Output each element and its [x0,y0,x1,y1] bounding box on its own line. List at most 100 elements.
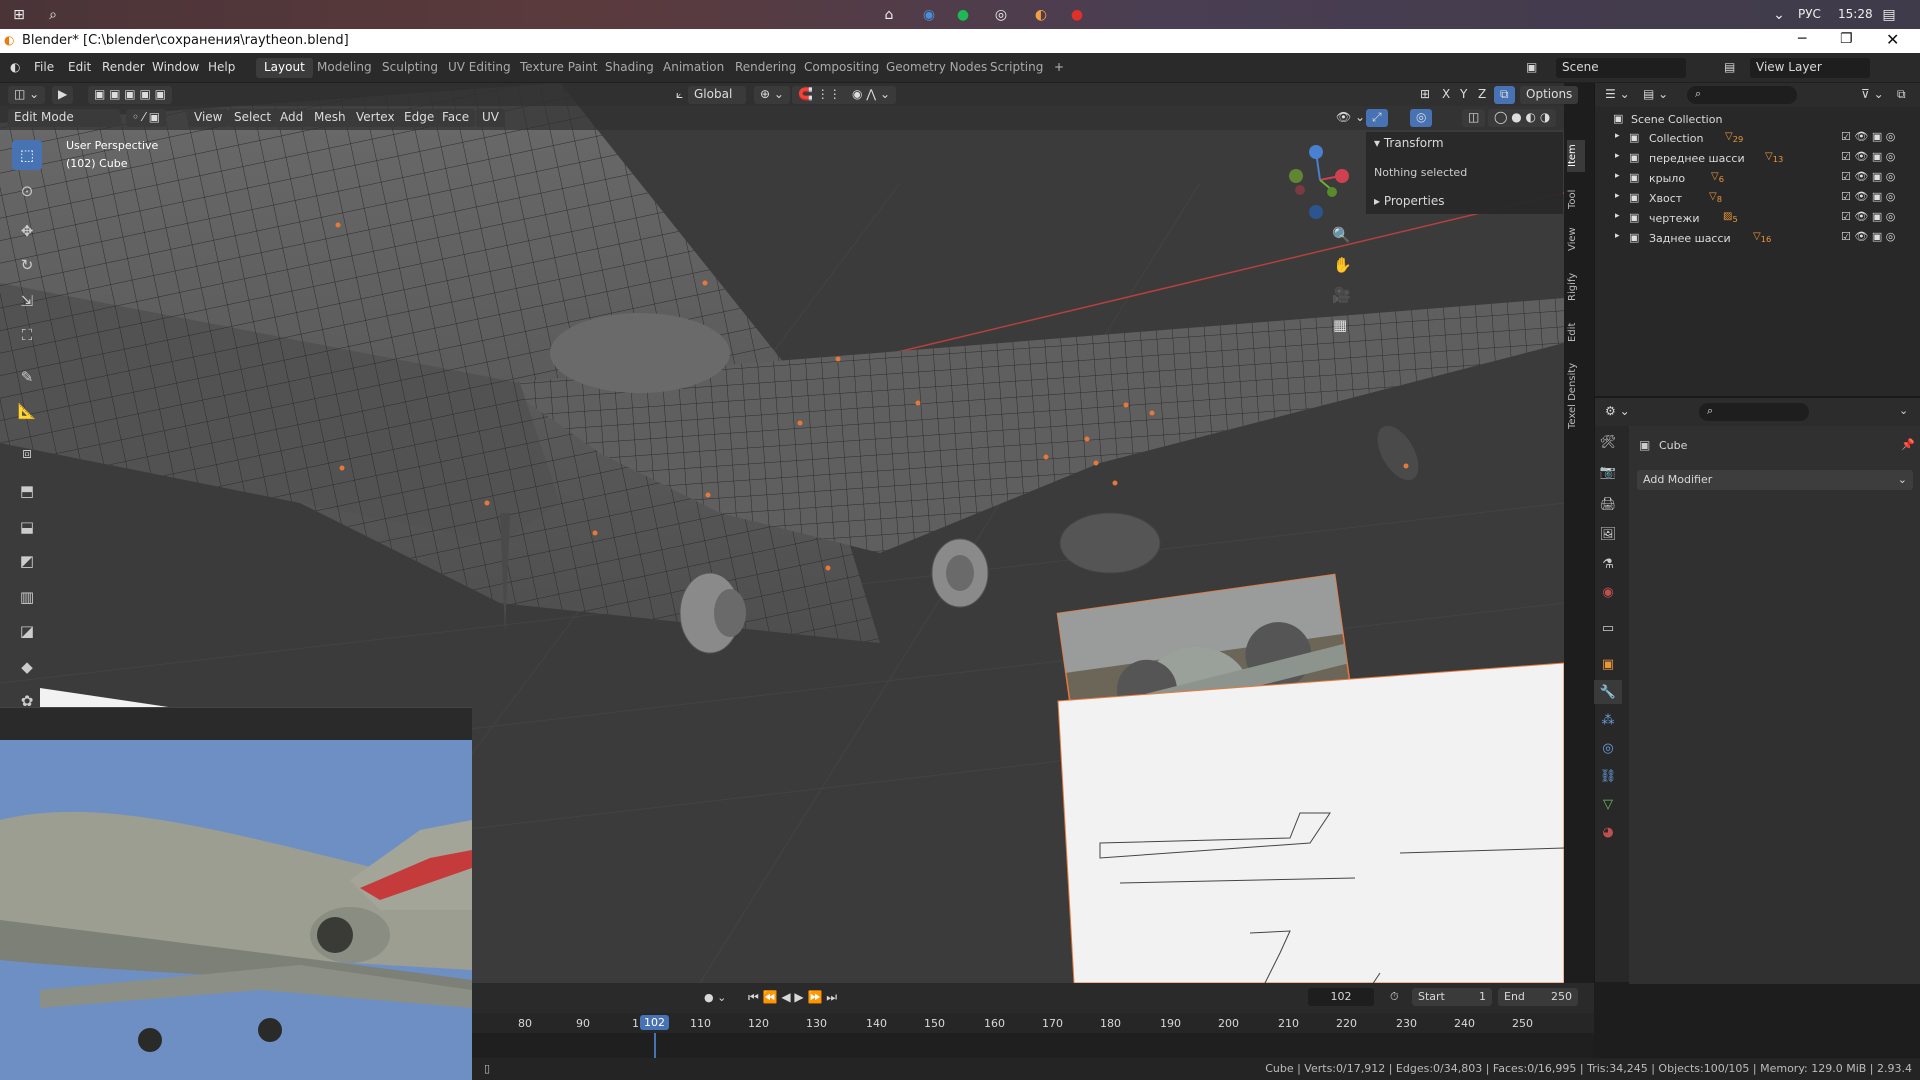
material-props-icon[interactable]: ◕ [1594,820,1622,844]
scene-icon[interactable]: ▣ [1526,60,1537,74]
tab-shading[interactable]: Shading [597,58,662,78]
scene-selector[interactable]: Scene [1556,58,1686,78]
language-indicator[interactable]: РУС [1798,7,1821,21]
tab-rigify[interactable]: Rigify [1567,268,1585,306]
end-frame-field[interactable]: End 250 [1498,988,1578,1006]
store-icon[interactable]: ⌂ [878,4,900,26]
visibility-icon[interactable]: 👁 ⌄ [1330,109,1371,127]
scale-tool-icon[interactable]: ⇲ [12,286,42,316]
properties-search-input[interactable]: ⌕ [1699,403,1809,421]
constraint-props-icon[interactable]: ⛓ [1594,764,1622,788]
row-toggle-icons[interactable]: ☑ 👁 ▣ ◎ [1841,150,1895,163]
close-icon[interactable]: ✕ [1886,30,1899,49]
add-workspace-icon[interactable]: + [1046,58,1072,78]
select-box-tool[interactable]: ⬚ [12,140,42,170]
menu-select[interactable]: Select [228,109,278,127]
select-box-mode-icon[interactable]: ▣ ▣ ▣ ▣ ▣ [88,86,172,104]
expand-icon[interactable]: ▸ [1615,131,1620,141]
windows-start-icon[interactable]: ⊞ [8,4,30,26]
tab-tool[interactable]: Tool [1567,184,1585,214]
poly-build-tool-icon[interactable]: ◆ [12,652,42,682]
tab-modeling[interactable]: Modeling [309,58,380,78]
move-tool-icon[interactable]: ✥ [12,216,42,246]
menu-file[interactable]: File [34,60,54,74]
tab-compositing[interactable]: Compositing [796,58,887,78]
notifications-icon[interactable]: ▤ [1878,4,1900,26]
editor-type-icon[interactable]: ◫ ⌄ [8,86,46,104]
auto-merge-icon[interactable]: ⧉ [1494,86,1515,104]
tab-item[interactable]: Item [1567,140,1585,172]
tab-texel-density[interactable]: Texel Density [1567,356,1585,436]
outliner-search-input[interactable]: ⌕ [1687,86,1797,104]
select-mode-icons[interactable]: ◦ ⁄ ▣ [126,109,167,127]
outliner-item[interactable]: ▸ ▣ Хвост ▽8 ☑ 👁 ▣ ◎ [1595,188,1920,208]
tab-sculpting[interactable]: Sculpting [374,58,446,78]
menu-vertex[interactable]: Vertex [350,109,401,127]
current-frame-field[interactable]: 102 [1308,988,1374,1006]
xray-icon[interactable]: ◫ [1462,109,1486,127]
transform-tool-icon[interactable]: ⛶ [12,320,42,350]
scene-collection-row[interactable]: ▣ Scene Collection [1595,109,1920,129]
render-props-icon[interactable]: 📷 [1594,460,1622,484]
rotate-tool-icon[interactable]: ↻ [12,250,42,280]
menu-render[interactable]: Render [102,60,145,74]
loop-cut-tool-icon[interactable]: ▥ [12,582,42,612]
menu-uv[interactable]: UV [476,109,505,127]
measure-tool-icon[interactable]: 📐 [12,396,42,426]
output-props-icon[interactable]: 🖨 [1594,492,1622,516]
collection-props-icon[interactable]: ▭ [1594,616,1622,640]
display-mode-icon[interactable]: ▤ ⌄ [1643,87,1668,101]
add-cube-tool-icon[interactable]: ⧈ [12,438,42,468]
tab-scripting[interactable]: Scripting [982,58,1051,78]
inset-tool-icon[interactable]: ⬓ [12,512,42,542]
minimize-icon[interactable]: ─ [1798,31,1806,47]
tool-props-icon[interactable]: 🛠 [1594,430,1622,454]
outliner-editor-icon[interactable]: ☰ ⌄ [1605,87,1630,101]
mode-select[interactable]: Edit Mode [8,109,120,127]
cursor-tool-icon[interactable]: ⊙ [12,176,42,206]
view-layer-icon[interactable]: ▤ [1724,60,1735,74]
clock[interactable]: 15:28 [1838,7,1873,21]
orientation-select[interactable]: Global [688,86,746,104]
axis-z-toggle[interactable]: Z [1472,86,1492,104]
camera-icon[interactable]: ◎ [990,4,1012,26]
menu-edit[interactable]: Edit [68,60,91,74]
object-props-icon[interactable]: ▣ [1594,652,1622,676]
physics-props-icon[interactable]: ◎ [1594,736,1622,760]
properties-header[interactable]: ▸ Properties [1374,194,1445,208]
row-toggle-icons[interactable]: ☑ 👁 ▣ ◎ [1841,130,1895,143]
bevel-tool-icon[interactable]: ◩ [12,546,42,576]
pivot-icon[interactable]: ⊕ ⌄ [754,86,790,104]
tab-texture-paint[interactable]: Texture Paint [512,58,605,78]
gizmo-icon[interactable]: ⤢ [1366,109,1388,127]
outliner-item[interactable]: ▸ ▣ крыло ▽6 ☑ 👁 ▣ ◎ [1595,168,1920,188]
transform-header[interactable]: ▾ Transform [1374,136,1444,150]
tab-view[interactable]: View [1567,224,1585,254]
options-dropdown[interactable]: Options [1520,86,1579,104]
axis-y-toggle[interactable]: Y [1454,86,1473,104]
clock-icon[interactable]: ⏱ [1390,990,1399,1004]
expand-icon[interactable]: ▸ [1615,151,1620,161]
data-props-icon[interactable]: ▽ [1594,792,1622,816]
tab-layout[interactable]: Layout [256,58,313,78]
pan-hand-icon[interactable]: ✋ [1333,256,1352,274]
zoom-icon[interactable]: 🔍 [1332,226,1351,244]
row-toggle-icons[interactable]: ☑ 👁 ▣ ◎ [1841,230,1895,243]
start-frame-field[interactable]: Start 1 [1412,988,1492,1006]
shading-modes-icon[interactable]: ◯ ● ◐ ◑ [1488,109,1557,127]
ortho-grid-icon[interactable]: ▦ [1333,316,1347,334]
modifier-props-icon[interactable]: 🔧 [1594,680,1622,704]
particles-props-icon[interactable]: ⁂ [1594,708,1622,732]
tab-rendering[interactable]: Rendering [727,58,804,78]
playhead-frame[interactable]: 102 [640,1015,669,1030]
orientation-icon[interactable]: ⟀ [670,86,689,104]
row-toggle-icons[interactable]: ☑ 👁 ▣ ◎ [1841,170,1895,183]
filter-icon[interactable]: ⊽ ⌄ [1861,87,1884,101]
menu-add[interactable]: Add [274,109,310,127]
reference-image-view[interactable] [0,740,472,1080]
tab-animation[interactable]: Animation [655,58,732,78]
scene-props-icon[interactable]: ⚗ [1594,552,1622,576]
tab-geometry-nodes[interactable]: Geometry Nodes [878,58,995,78]
mirror-icon[interactable]: ⊞ [1414,86,1436,104]
menu-mesh[interactable]: Mesh [308,109,352,127]
